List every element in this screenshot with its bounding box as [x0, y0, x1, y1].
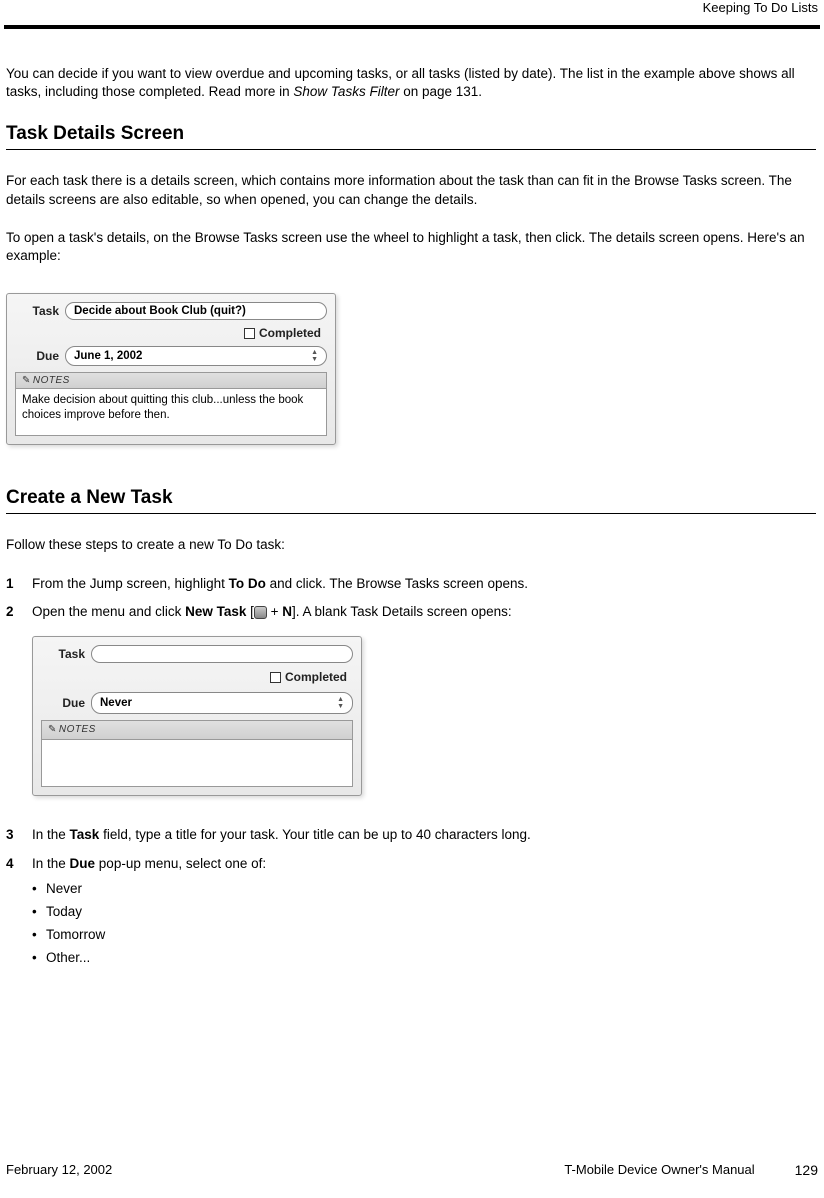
- screenshot-blank-task: Task Completed Due Never ▲▼ NOTES: [32, 636, 362, 796]
- bullet-tomorrow: Tomorrow: [32, 926, 816, 945]
- running-header: Keeping To Do Lists: [4, 0, 820, 19]
- checkbox-icon: [244, 328, 255, 339]
- ds1-notes-header: NOTES: [15, 372, 327, 388]
- ds1-due-label: Due: [15, 349, 65, 363]
- step-1: From the Jump screen, highlight To Do an…: [6, 575, 816, 594]
- ds2-notes-box: [41, 739, 353, 787]
- spinner-icon: ▲▼: [337, 696, 344, 710]
- section-title-task-details: Task Details Screen: [6, 123, 816, 145]
- s3c: field, type a title for your task. Your …: [99, 827, 531, 842]
- s2c: [: [246, 604, 254, 619]
- s2a: Open the menu and click: [32, 604, 185, 619]
- s4b: Due: [70, 856, 96, 871]
- s3b: Task: [70, 827, 100, 842]
- ds2-notes-label: NOTES: [59, 724, 96, 735]
- section-title-create-task: Create a New Task: [6, 487, 816, 509]
- ds1-notes-box: Make decision about quitting this club..…: [15, 388, 327, 436]
- s1b: To Do: [229, 576, 266, 591]
- ds1-due-field: June 1, 2002 ▲▼: [65, 346, 327, 366]
- section-rule-2: [6, 513, 816, 514]
- ds2-due-field: Never ▲▼: [91, 692, 353, 714]
- s1a: From the Jump screen, highlight: [32, 576, 229, 591]
- header-rule: [4, 25, 820, 29]
- footer-manual: T-Mobile Device Owner's Manual: [564, 1162, 754, 1178]
- page-footer: February 12, 2002 T-Mobile Device Owner'…: [6, 1162, 818, 1178]
- ds1-notes-label: NOTES: [33, 375, 70, 386]
- bullet-never: Never: [32, 880, 816, 899]
- s1c: and click. The Browse Tasks screen opens…: [266, 576, 528, 591]
- menu-key-icon: [254, 606, 267, 619]
- ds2-task-label: Task: [41, 646, 91, 663]
- step-2: Open the menu and click New Task [ + N].…: [6, 603, 816, 816]
- bullet-other: Other...: [32, 949, 816, 968]
- due-options-list: Never Today Tomorrow Other...: [32, 880, 816, 968]
- ds2-due-label: Due: [41, 695, 91, 712]
- spinner-icon: ▲▼: [311, 349, 318, 363]
- s4a: In the: [32, 856, 70, 871]
- section2-intro: Follow these steps to create a new To Do…: [6, 536, 816, 554]
- step-3: In the Task field, type a title for your…: [6, 826, 816, 845]
- pencil-icon: [22, 375, 33, 386]
- pencil-icon: [48, 724, 59, 735]
- s2f: ]. A blank Task Details screen opens:: [292, 604, 512, 619]
- section1-p2: To open a task's details, on the Browse …: [6, 229, 816, 265]
- intro-paragraph: You can decide if you want to view overd…: [6, 65, 816, 101]
- checkbox-icon: [270, 672, 281, 683]
- s2b: New Task: [185, 604, 246, 619]
- section1-p1: For each task there is a details screen,…: [6, 172, 816, 208]
- intro-link: Show Tasks Filter: [293, 84, 399, 99]
- s2d: +: [267, 604, 282, 619]
- ds2-completed: Completed: [41, 669, 353, 686]
- ds2-due-value: Never: [100, 695, 132, 711]
- ds1-completed-label: Completed: [259, 326, 321, 340]
- ds2-notes-header: NOTES: [41, 720, 353, 739]
- screenshot-task-details: Task Decide about Book Club (quit?) Comp…: [6, 293, 336, 445]
- footer-page: 129: [795, 1162, 818, 1178]
- s4c: pop-up menu, select one of:: [95, 856, 266, 871]
- intro-text-b: on page 131.: [399, 84, 482, 99]
- section-rule: [6, 149, 816, 150]
- ds1-task-label: Task: [15, 304, 65, 318]
- steps-list: From the Jump screen, highlight To Do an…: [6, 575, 816, 968]
- footer-date: February 12, 2002: [6, 1162, 112, 1177]
- ds2-completed-label: Completed: [285, 670, 347, 684]
- ds2-task-field: [91, 645, 353, 663]
- ds1-completed: Completed: [15, 326, 327, 340]
- step-4: In the Due pop-up menu, select one of: N…: [6, 855, 816, 967]
- bullet-today: Today: [32, 903, 816, 922]
- ds1-task-field: Decide about Book Club (quit?): [65, 302, 327, 320]
- ds1-due-value: June 1, 2002: [74, 350, 142, 362]
- s3a: In the: [32, 827, 70, 842]
- s2e: N: [282, 604, 292, 619]
